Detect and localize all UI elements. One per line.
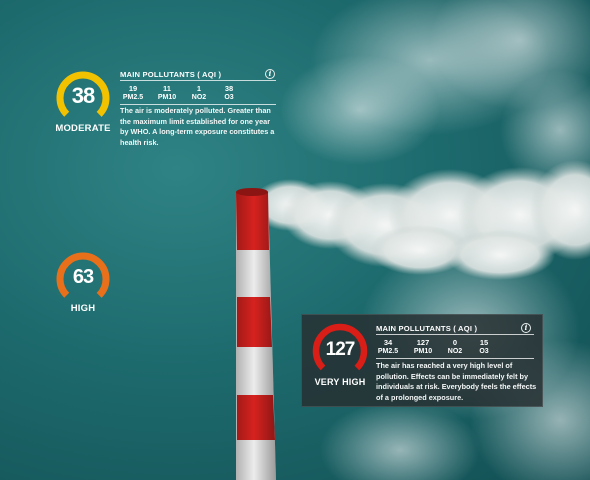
aqi-level-label: VERY HIGH — [314, 377, 366, 387]
air-quality-description: The air has reached a very high level of… — [376, 361, 537, 402]
aqi-value: 127 — [325, 339, 356, 360]
aqi-card-very-high: 127 VERY HIGH MAIN POLLUTANTS ( AQI ) i … — [301, 314, 543, 407]
divider — [120, 104, 276, 105]
pollutants-panel-moderate: MAIN POLLUTANTS ( AQI ) i 19 PM2.5 11 PM… — [118, 66, 278, 166]
divider — [120, 80, 276, 81]
pollutant-pm10: 127 PM10 — [413, 338, 433, 355]
pollutant-o3: 15 O3 — [479, 338, 489, 355]
smokestack-chimney — [236, 188, 276, 480]
panel-title: MAIN POLLUTANTS ( AQI ) — [376, 324, 478, 333]
aqi-gauge-moderate: 38 — [55, 70, 111, 126]
divider — [376, 334, 534, 335]
pollutant-pm10: 11 PM10 — [157, 84, 177, 101]
pollutant-pm25: 19 PM2.5 — [122, 84, 144, 101]
pollutant-o3: 38 O3 — [224, 84, 234, 101]
panel-title: MAIN POLLUTANTS ( AQI ) — [120, 70, 222, 79]
aqi-value: 38 — [71, 83, 95, 108]
pollutant-pm25: 34 PM2.5 — [377, 338, 399, 355]
aqi-level-label: HIGH — [70, 303, 96, 314]
pollutant-no2: 0 NO2 — [447, 338, 463, 355]
air-quality-description: The air is moderately polluted. Greater … — [120, 106, 275, 147]
aqi-gauge-very-high: 127 — [311, 322, 369, 380]
info-icon[interactable]: i — [521, 323, 531, 333]
divider — [376, 358, 534, 359]
aqi-value: 63 — [72, 266, 94, 288]
aqi-gauge-high: 63 — [55, 251, 111, 307]
pollutant-no2: 1 NO2 — [191, 84, 207, 101]
aqi-level-label: MODERATE — [55, 123, 111, 134]
info-icon[interactable]: i — [265, 69, 275, 79]
